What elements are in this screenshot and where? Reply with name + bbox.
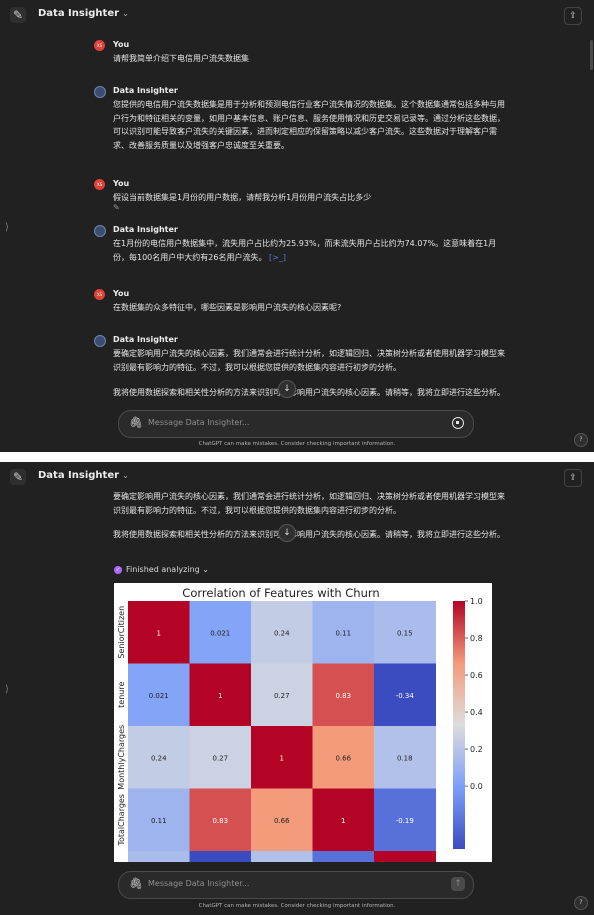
message-body: 在1月份的电信用户数据集中，流失用户占比约为25.93%，而未流失用户占比约为7…	[113, 239, 497, 262]
cell-value-label: 0.24	[274, 629, 290, 637]
heatmap-chart: Correlation of Features with Churn 1 0.021…	[114, 583, 492, 873]
analysis-status-label: Finished analyzing	[126, 565, 200, 574]
cell-value-label: 0.27	[212, 754, 228, 762]
cell-value-label: 0.24	[151, 754, 167, 762]
scroll-down-button[interactable]: ↓	[278, 380, 296, 398]
top-bar: ✎ Data Insighter ⌄ ⇪	[0, 0, 594, 30]
message-text-continued: 我将使用数据探索和相关性分析的方法来识别可能影响用户流失的核心因素。请稍等，我将…	[113, 388, 505, 397]
app-title: Data Insighter	[38, 8, 120, 19]
analysis-status[interactable]: ✓ Finished analyzing ⌄	[114, 565, 209, 574]
app-title: Data Insighter	[38, 470, 120, 481]
message-input[interactable]: Message Data Insighter...	[148, 418, 249, 427]
chat-screen-1: ✎ Data Insighter ⌄ ⇪ ⟩ XS You 请帮我简单介绍下电信用…	[0, 0, 594, 452]
chevron-down-icon: ⌄	[202, 565, 209, 574]
row-label: SeniorCitizen	[117, 606, 126, 659]
message-text-continued: 我将使用数据探索和相关性分析的方法来识别可能影响用户流失的核心因素。请稍等，我将…	[113, 530, 505, 539]
cell-value-label: 1	[157, 629, 161, 637]
cell-value-label: 0.83	[212, 817, 228, 825]
avatar: XS	[94, 40, 105, 51]
message-text: 假设当前数据集是1月份的用户数据，请帮我分析1月份用户流失占比多少	[113, 193, 372, 202]
edit-icon[interactable]: ✎	[113, 203, 120, 212]
message-text: 要确定影响用户流失的核心因素，我们通常会进行统计分析，如逻辑回归、决策树分析或者…	[113, 349, 505, 372]
paperclip-icon[interactable]: 🖇	[129, 877, 143, 890]
colorbar-tick-label: 0.6	[470, 671, 483, 680]
message-text: 请帮我简单介绍下电信用户流失数据集	[113, 54, 249, 63]
avatar	[94, 86, 106, 98]
cell-value-label: -0.34	[396, 692, 415, 700]
message-author: You	[113, 289, 130, 298]
avatar	[94, 225, 106, 237]
message-text: 在数据集的众多特征中，哪些因素是影响用户流失的核心因素呢?	[113, 303, 342, 312]
message-author: Data Insighter	[113, 335, 178, 344]
avatar	[94, 335, 106, 347]
row-label: tenure	[117, 682, 126, 708]
row-label: TotalCharges	[117, 794, 126, 847]
avatar: XS	[94, 289, 105, 300]
code-citation-link[interactable]: [>_]	[269, 253, 286, 262]
share-icon[interactable]: ⇪	[564, 7, 582, 25]
cell-value-label: 1	[341, 817, 345, 825]
cell-value-label: 0.11	[335, 629, 351, 637]
cell-value-label: 0.021	[149, 692, 169, 700]
avatar: XS	[94, 179, 105, 190]
row-label: MonthlyCharges	[117, 725, 126, 790]
colorbar-tick-label: 0.2	[470, 745, 483, 754]
scroll-down-button[interactable]: ↓	[278, 524, 296, 542]
message-composer[interactable]: 🖇 Message Data Insighter... ↑	[118, 871, 474, 899]
colorbar-tick-label: 0.8	[470, 634, 483, 643]
cell-value-label: 0.66	[274, 817, 290, 825]
cell-value-label: 1	[280, 754, 284, 762]
cell-value-label: -0.19	[396, 817, 414, 825]
help-button[interactable]: ?	[574, 896, 588, 910]
sidebar-toggle-icon[interactable]: ⟩	[5, 684, 9, 695]
message-text: 您提供的电信用户流失数据集是用于分析和预测电信行业客户流失情况的数据集。这个数据…	[113, 100, 505, 150]
scrollbar[interactable]	[590, 40, 593, 70]
chart-title: Correlation of Features with Churn	[182, 586, 379, 600]
cell-value-label: 0.83	[335, 692, 351, 700]
cell-value-label: 0.11	[151, 817, 167, 825]
disclaimer: ChatGPT can make mistakes. Consider chec…	[198, 903, 396, 909]
cell-value-label: 0.27	[274, 692, 290, 700]
app-title-button[interactable]: Data Insighter ⌄	[38, 8, 129, 19]
disclaimer: ChatGPT can make mistakes. Consider chec…	[198, 441, 396, 447]
assistant-message: Data Insighter 您提供的电信用户流失数据集是用于分析和预测电信行业…	[94, 86, 505, 166]
paperclip-icon[interactable]: 🖇	[129, 416, 143, 429]
stop-generating-icon[interactable]	[452, 417, 464, 429]
share-icon[interactable]: ⇪	[564, 469, 582, 487]
cell-value-label: 0.15	[397, 629, 413, 637]
cell-value-label: 0.66	[335, 754, 351, 762]
cell-value-label: 0.18	[397, 754, 413, 762]
assistant-message: Data Insighter 在1月份的电信用户数据集中，流失用户占比约为25.…	[94, 225, 504, 275]
app-title-button[interactable]: Data Insighter ⌄	[38, 470, 129, 481]
help-button[interactable]: ?	[574, 433, 588, 447]
message-composer[interactable]: 🖇 Message Data Insighter...	[118, 410, 474, 438]
cell-value-label: 0.021	[210, 629, 230, 637]
assistant-message: 要确定影响用户流失的核心因素，我们通常会进行统计分析，如逻辑回归、决策树分析或者…	[94, 486, 505, 570]
check-icon: ✓	[114, 565, 122, 574]
top-bar: ✎ Data Insighter ⌄ ⇪	[0, 462, 594, 492]
heatmap-svg: Correlation of Features with Churn 1 0.021…	[117, 586, 483, 873]
chevron-down-icon: ⌄	[122, 471, 129, 480]
message-text: 在1月份的电信用户数据集中，流失用户占比约为25.93%，而未流失用户占比约为7…	[113, 237, 505, 264]
user-message: XS You 请帮我简单介绍下电信用户流失数据集	[94, 40, 504, 68]
message-author: You	[113, 179, 130, 188]
colorbar-tick-label: 0.4	[470, 708, 483, 717]
message-author: You	[113, 40, 130, 49]
chevron-down-icon: ⌄	[122, 9, 129, 18]
sidebar-toggle-icon[interactable]: ⟩	[5, 222, 9, 233]
assistant-message: Data Insighter 要确定影响用户流失的核心因素，我们通常会进行统计分…	[94, 335, 505, 415]
message-author: Data Insighter	[113, 86, 178, 95]
new-chat-icon[interactable]: ✎	[10, 469, 26, 485]
colorbar-tick-label: 0.0	[470, 782, 483, 791]
message-author: Data Insighter	[113, 225, 178, 234]
cell-value-label: 1	[218, 692, 222, 700]
colorbar-tick-label: 1.0	[470, 597, 483, 606]
colorbar	[453, 601, 465, 849]
user-message: XS You 在数据集的众多特征中，哪些因素是影响用户流失的核心因素呢?	[94, 289, 504, 319]
user-message: XS You 假设当前数据集是1月份的用户数据，请帮我分析1月份用户流失占比多少…	[94, 179, 504, 215]
message-text: 要确定影响用户流失的核心因素，我们通常会进行统计分析，如逻辑回归、决策树分析或者…	[113, 492, 505, 515]
message-input[interactable]: Message Data Insighter...	[148, 879, 249, 888]
new-chat-icon[interactable]: ✎	[10, 7, 26, 23]
send-button[interactable]: ↑	[451, 877, 465, 891]
